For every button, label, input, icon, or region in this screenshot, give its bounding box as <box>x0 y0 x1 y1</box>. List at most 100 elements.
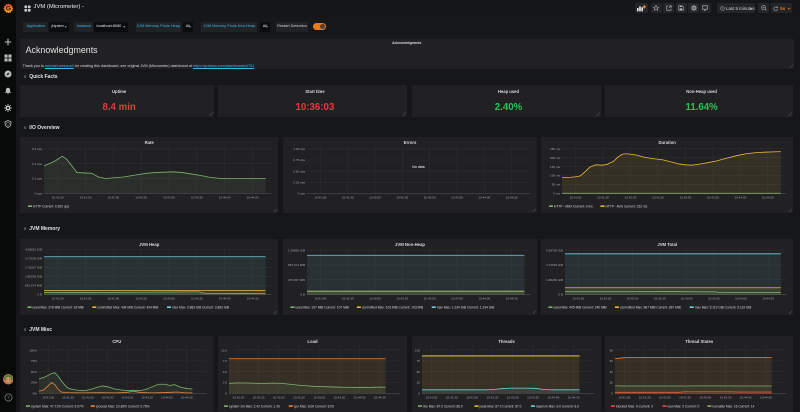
svg-text:10:41:30: 10:41:30 <box>639 395 651 399</box>
svg-text:10:43:30: 10:43:30 <box>334 395 346 399</box>
svg-text:10:42:30: 10:42:30 <box>102 395 114 399</box>
svg-text:1.39698 GiB: 1.39698 GiB <box>288 248 305 252</box>
svg-text:10:43:00: 10:43:00 <box>506 395 518 399</box>
svg-text:10:44:00: 10:44:00 <box>735 296 747 300</box>
svg-text:JVM Heap: JVM Heap <box>139 242 160 247</box>
svg-text:10:44:30: 10:44:30 <box>181 395 193 399</box>
svg-text:0 B: 0 B <box>37 293 42 297</box>
svg-text:80: 80 <box>610 348 614 352</box>
svg-text:Errors: Errors <box>403 140 416 145</box>
svg-text:10:41:30: 10:41:30 <box>341 195 353 199</box>
svg-text:system Max: 47.71% Current: 9.: system Max: 47.71% Current: 9.07% <box>31 405 84 409</box>
svg-text:10:44:00: 10:44:00 <box>478 296 490 300</box>
svg-text:10:42:00: 10:42:00 <box>369 195 381 199</box>
svg-text:10:41:30: 10:41:30 <box>597 195 609 199</box>
svg-text:JVM Non-Heap: JVM Non-Heap <box>395 242 425 247</box>
svg-text:10:42:00: 10:42:00 <box>107 296 119 300</box>
svg-text:CPU: CPU <box>112 339 121 344</box>
svg-text:G: G <box>5 5 10 12</box>
svg-text:10:43:00: 10:43:00 <box>423 195 435 199</box>
svg-text:10:44:00: 10:44:00 <box>354 395 366 399</box>
svg-text:Rate: Rate <box>145 140 155 145</box>
svg-text:system-1m Max: 2.42 Current: 1: system-1m Max: 2.42 Current: 1.43 <box>229 405 280 409</box>
svg-text:10:44:30: 10:44:30 <box>567 395 579 399</box>
svg-text:0.2 ops: 0.2 ops <box>32 177 42 181</box>
svg-text:2.79397 GiB: 2.79397 GiB <box>25 265 42 269</box>
svg-text:10:44:00: 10:44:00 <box>161 395 173 399</box>
svg-text:used Max: 278 MiB Current: 93: used Max: 278 MiB Current: 93 MiB <box>32 306 83 310</box>
svg-text:3.72529 GiB: 3.72529 GiB <box>546 263 563 267</box>
svg-text:10:43:30: 10:43:30 <box>451 296 463 300</box>
svg-text:10:44:00: 10:44:00 <box>735 195 747 199</box>
svg-text:max Max: 3.883 GiB Current: 3.: max Max: 3.883 GiB Current: 3.883 GiB <box>172 306 229 310</box>
svg-text:20: 20 <box>610 381 614 385</box>
svg-text:used Max: 107 MiB Current: 107: used Max: 107 MiB Current: 107 MiB <box>295 306 348 310</box>
svg-text:10:42:30: 10:42:30 <box>654 296 666 300</box>
svg-text:10:44:30: 10:44:30 <box>505 296 517 300</box>
svg-text:Duration: Duration <box>659 140 677 145</box>
svg-text:10:41:30: 10:41:30 <box>80 296 92 300</box>
svg-text:250 ms: 250 ms <box>550 147 560 151</box>
svg-text:1.86265 GiB: 1.86265 GiB <box>546 278 563 282</box>
svg-text:10:44:00: 10:44:00 <box>740 395 752 399</box>
svg-text:10:43:00: 10:43:00 <box>121 395 133 399</box>
svg-text:0 ms: 0 ms <box>554 192 561 196</box>
svg-text:Load: Load <box>308 339 319 344</box>
svg-text:10:41:00: 10:41:00 <box>52 195 64 199</box>
svg-text:100%: 100% <box>29 348 37 352</box>
svg-text:10:43:00: 10:43:00 <box>313 395 325 399</box>
svg-text:10:42:30: 10:42:30 <box>396 195 408 199</box>
svg-text:10:41:00: 10:41:00 <box>314 195 326 199</box>
svg-text:0.4 ops: 0.4 ops <box>32 162 42 166</box>
svg-text:0.6 ops: 0.6 ops <box>32 147 42 151</box>
svg-text:75: 75 <box>416 359 420 363</box>
svg-text:10:43:00: 10:43:00 <box>163 296 175 300</box>
svg-text:1.86265 GiB: 1.86265 GiB <box>25 274 42 278</box>
svg-text:10:44:00: 10:44:00 <box>478 195 490 199</box>
svg-text:10:41:00: 10:41:00 <box>42 395 54 399</box>
svg-text:10:41:30: 10:41:30 <box>62 395 74 399</box>
svg-text:10:42:00: 10:42:00 <box>107 195 119 199</box>
svg-text:10:44:30: 10:44:30 <box>374 395 386 399</box>
svg-text:HTTP Current: 0.200 ops: HTTP Current: 0.200 ops <box>33 205 69 209</box>
svg-text:10:42:00: 10:42:00 <box>627 296 639 300</box>
svg-text:Threads: Threads <box>498 339 515 344</box>
svg-text:0 B: 0 B <box>300 293 305 297</box>
svg-text:10:43:30: 10:43:30 <box>141 395 153 399</box>
svg-text:4.65661 GiB: 4.65661 GiB <box>25 247 42 251</box>
svg-text:HTTP - AVG Current: 232 ms: HTTP - AVG Current: 232 ms <box>606 205 648 209</box>
svg-text:10:42:30: 10:42:30 <box>652 195 664 199</box>
svg-text:0.50 ops: 0.50 ops <box>293 169 305 173</box>
svg-text:0.25 ops: 0.25 ops <box>293 181 305 185</box>
svg-text:10:42:00: 10:42:00 <box>466 395 478 399</box>
svg-text:50: 50 <box>416 370 420 374</box>
svg-text:peak Max: 87.0 Current: 87.0: peak Max: 87.0 Current: 87.0 <box>479 405 521 409</box>
svg-text:10:41:00: 10:41:00 <box>619 395 631 399</box>
svg-text:1.00 ops: 1.00 ops <box>293 147 305 151</box>
svg-text:100: 100 <box>415 348 420 352</box>
svg-text:10:42:30: 10:42:30 <box>135 195 147 199</box>
svg-text:used Max: 405 MiB Current: 240: used Max: 405 MiB Current: 240 MiB <box>554 306 607 310</box>
svg-text:10:44:30: 10:44:30 <box>760 395 772 399</box>
svg-text:0%: 0% <box>33 392 38 396</box>
svg-text:10:43:30: 10:43:30 <box>527 395 539 399</box>
svg-text:max Max: 5.119 GiB Current: 5.: max Max: 5.119 GiB Current: 5.119 GiB <box>695 306 752 310</box>
svg-text:953.674 MiB: 953.674 MiB <box>288 263 305 267</box>
svg-text:10:41:00: 10:41:00 <box>314 296 326 300</box>
svg-text:10:44:30: 10:44:30 <box>762 195 774 199</box>
svg-text:10:42:30: 10:42:30 <box>486 395 498 399</box>
svg-text:10:41:00: 10:41:00 <box>570 195 582 199</box>
svg-text:?: ? <box>7 395 10 401</box>
svg-text:60: 60 <box>610 359 614 363</box>
svg-text:cpu Max: 8.00 Current: 8.00: cpu Max: 8.00 Current: 8.00 <box>294 405 334 409</box>
svg-text:10:43:00: 10:43:00 <box>681 296 693 300</box>
svg-text:10:44:30: 10:44:30 <box>247 296 259 300</box>
svg-text:2.5: 2.5 <box>223 381 228 385</box>
svg-text:new Max: 0 Current: 0: new Max: 0 Current: 0 <box>668 405 700 409</box>
svg-text:10:42:00: 10:42:00 <box>369 296 381 300</box>
svg-text:10:44:30: 10:44:30 <box>505 195 517 199</box>
svg-text:10:42:00: 10:42:00 <box>273 395 285 399</box>
svg-text:10.0: 10.0 <box>221 348 227 352</box>
svg-text:runnable Max: 16 Current: 14: runnable Max: 16 Current: 14 <box>713 405 755 409</box>
svg-text:10:44:00: 10:44:00 <box>547 395 559 399</box>
